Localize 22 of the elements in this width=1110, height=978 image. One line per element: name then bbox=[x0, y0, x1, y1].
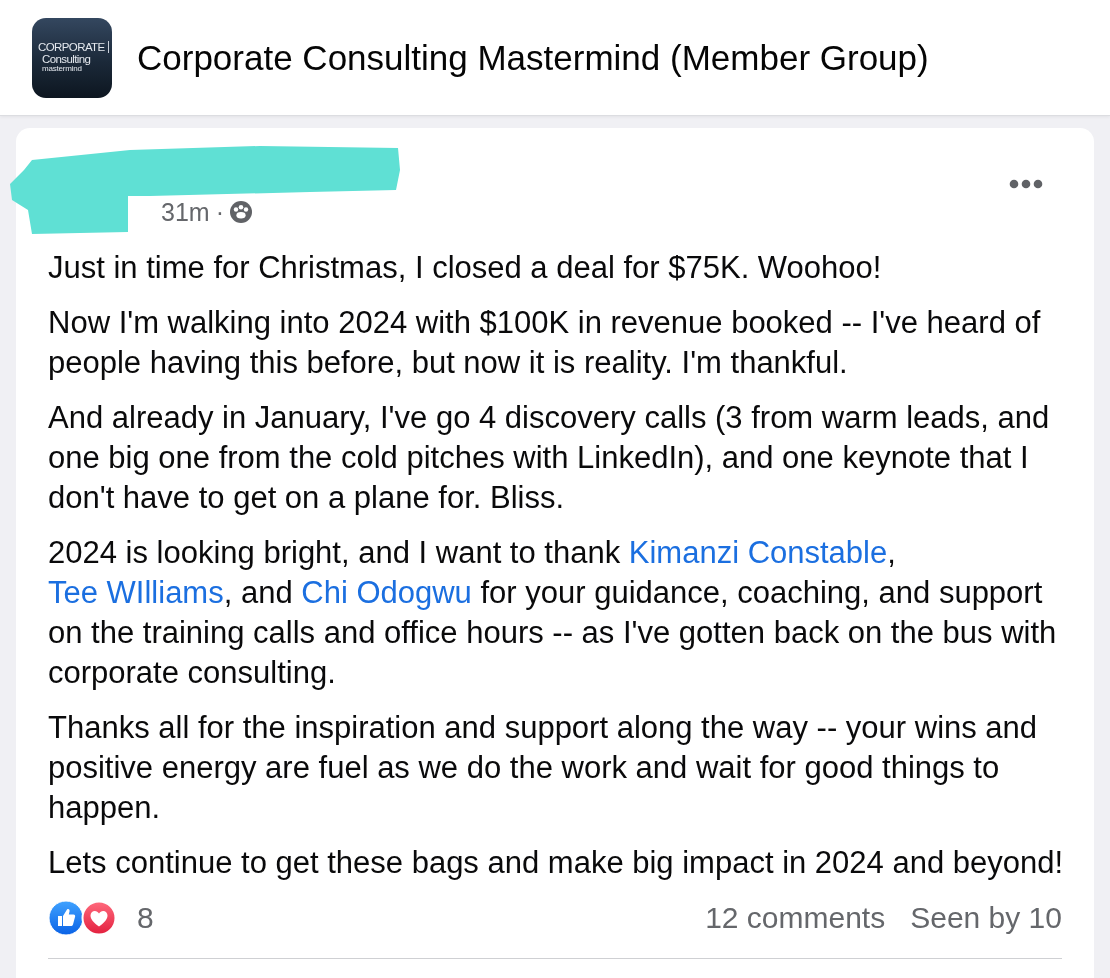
like-reaction-icon bbox=[48, 900, 84, 936]
post-paragraph: Now I'm walking into 2024 with $100K in revenue booked -- I've heard of people having this before, but now it is reality. I'm thankful. bbox=[48, 304, 1042, 382]
reaction-count[interactable]: 8 bbox=[137, 901, 154, 935]
post-paragraph: 2024 is looking bright, and I want to thank Kimanzi Constable, Tee WIlliams, and Chi Odogwu for your guidance, coaching, and support on the training calls and office hours -- as I've gotten back on the bus with corporate consulting. bbox=[48, 534, 1058, 692]
comments-link[interactable]: 12 comments bbox=[705, 901, 886, 935]
group-icon bbox=[229, 201, 252, 223]
more-options-icon[interactable] bbox=[1009, 179, 1043, 189]
mention-link[interactable]: Chi Odogwu bbox=[301, 575, 472, 610]
meta-separator: · bbox=[215, 197, 224, 227]
post-paragraph: Thanks all for the inspiration and support along the way -- your wins and positive energy are fuel as we do the work and wait for good things to happen. bbox=[48, 709, 1039, 827]
logo-text: Consulting bbox=[41, 53, 91, 66]
post-paragraph: Just in time for Christmas, I closed a deal for $75K. Woohoo! bbox=[48, 249, 883, 287]
logo-text: CORPORATE bbox=[38, 41, 109, 54]
post-time[interactable]: 31m bbox=[161, 197, 210, 227]
seen-by-link[interactable]: Seen by 10 bbox=[910, 901, 1062, 935]
group-title: Corporate Consulting Mastermind (Member Group) bbox=[137, 37, 929, 78]
post-paragraph: And already in January, I've go 4 discovery calls (3 from warm leads, and one big one from the cold pitches with LinkedIn), and one keynote that I don't have to get on a plane for. Bliss. bbox=[48, 399, 1051, 517]
logo-text: mastermind bbox=[41, 65, 82, 74]
mention-link[interactable]: Kimanzi Constable bbox=[628, 535, 888, 570]
love-reaction-icon bbox=[81, 900, 117, 936]
post-paragraph: Lets continue to get these bags and make big impact in 2024 and beyond! bbox=[48, 844, 1065, 882]
mention-link[interactable]: Tee WIlliams bbox=[48, 575, 224, 610]
